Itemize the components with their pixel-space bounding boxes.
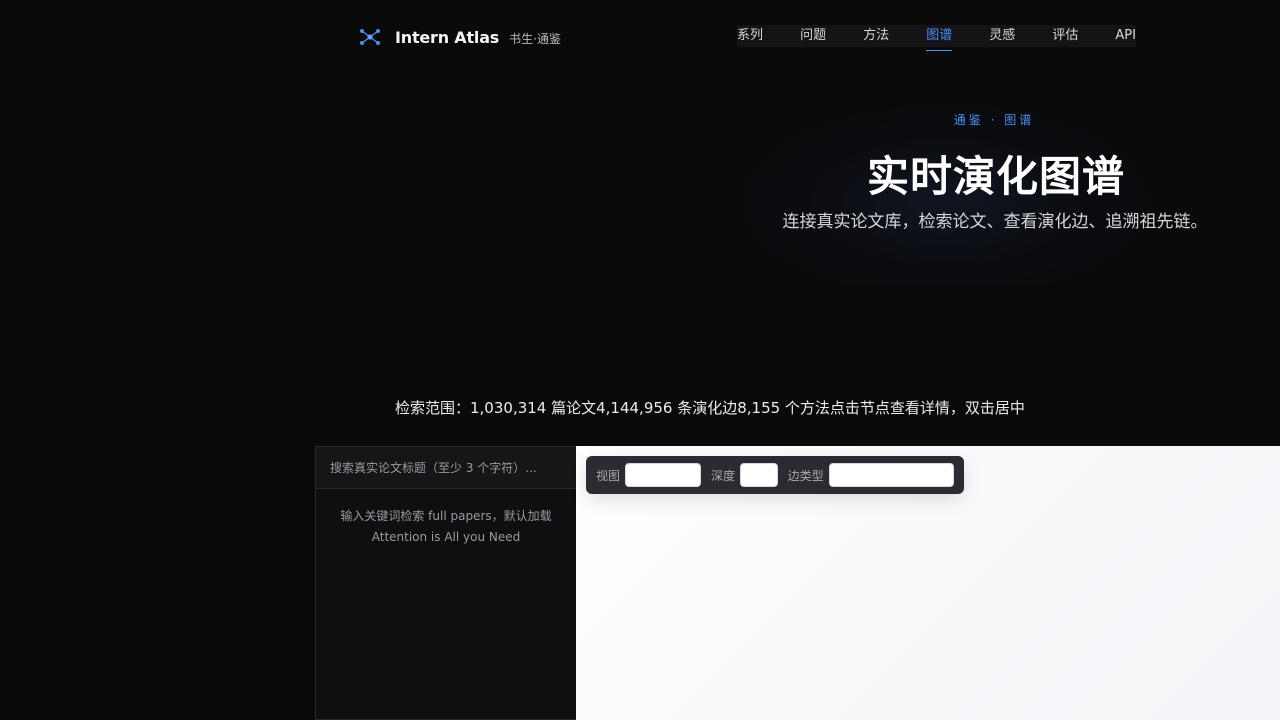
nav-item-methods[interactable]: 方法 (863, 25, 889, 47)
nav-item-inspiration[interactable]: 灵感 (989, 25, 1015, 47)
brand-subtitle: 书生·通鉴 (509, 31, 561, 46)
page-title: 实时演化图谱 (866, 152, 1125, 201)
main-nav: 系列 问题 方法 图谱 灵感 评估 API (737, 25, 1136, 51)
search-box (316, 447, 576, 489)
paper-search-input[interactable] (330, 460, 560, 475)
nav-item-evaluation[interactable]: 评估 (1052, 25, 1078, 47)
view-select[interactable] (625, 463, 702, 487)
brand-name: Intern Atlas (395, 27, 500, 47)
graph-canvas[interactable]: 视图 深度 边类型 (576, 446, 1280, 720)
depth-label: 深度 (711, 468, 736, 483)
page: Intern Atlas 书生·通鉴 系列 问题 方法 图谱 灵感 评估 API… (0, 0, 1280, 720)
depth-select[interactable] (740, 463, 778, 487)
edge-type-select[interactable] (828, 463, 954, 487)
graph-toolbar: 视图 深度 边类型 (586, 456, 964, 494)
paper-search-panel: 输入关键词检索 full papers，默认加载 Attention is Al… (315, 446, 576, 720)
nav-item-series[interactable]: 系列 (737, 25, 763, 47)
view-label: 视图 (596, 468, 621, 483)
edge-type-label: 边类型 (787, 468, 824, 483)
nav-item-graph[interactable]: 图谱 (926, 25, 953, 51)
nav-item-problems[interactable]: 问题 (800, 25, 826, 47)
nav-item-api[interactable]: API (1115, 25, 1136, 47)
atlas-logo-icon (360, 29, 380, 45)
search-hint: 输入关键词检索 full papers，默认加载 Attention is Al… (340, 509, 552, 544)
brand[interactable]: Intern Atlas 书生·通鉴 (358, 26, 561, 48)
hero-eyebrow: 通鉴 · 图谱 (953, 113, 1035, 127)
search-scope-stats: 检索范围：1,030,314 篇论文4,144,956 条演化边8,155 个方… (395, 399, 1025, 417)
hero-subtitle: 连接真实论文库，检索论文、查看演化边、追溯祖先链。 (782, 212, 1208, 232)
